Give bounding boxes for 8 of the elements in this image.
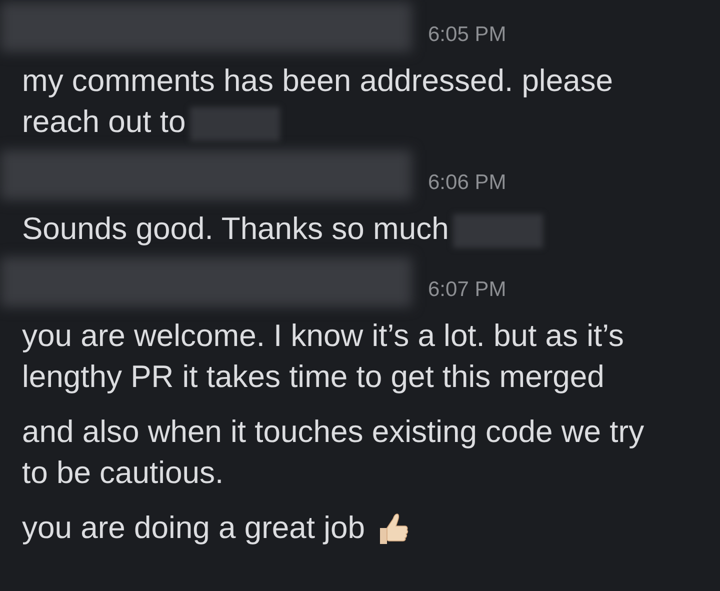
message-text: Sounds good. Thanks so much: [22, 208, 654, 249]
message-text: you are doing a great job: [22, 507, 654, 548]
message-time: 6:06 PM: [428, 170, 506, 196]
message-time: 6:05 PM: [428, 22, 506, 48]
message-text: you are welcome. I know it’s a lot. but as it’s lengthy PR it takes time to get this merged: [22, 317, 625, 396]
message-text: my comments has been addressed. please reach out to: [22, 62, 614, 142]
message-text: and also when it touches existing code we try to be cautious.: [22, 413, 646, 492]
message-time: 6:07 PM: [428, 276, 506, 302]
